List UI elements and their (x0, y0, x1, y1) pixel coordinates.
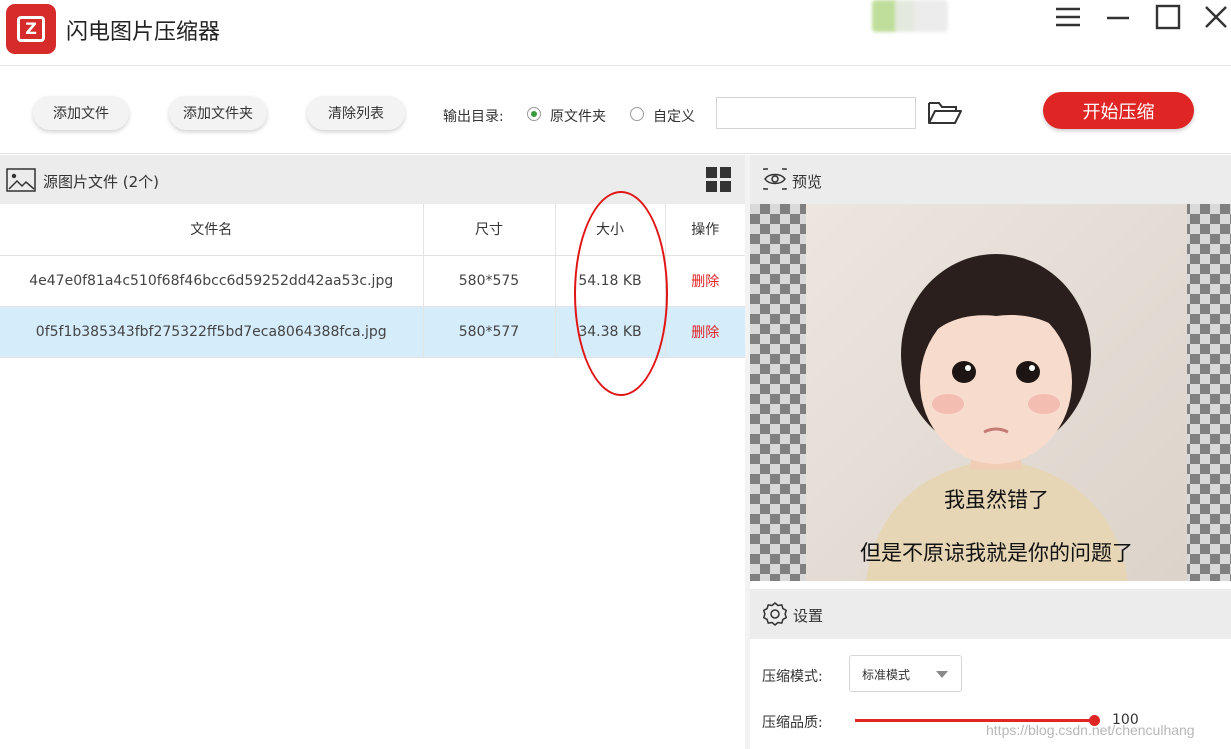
image-icon (6, 168, 36, 192)
source-files-title: 源图片文件 (2个) (43, 173, 160, 191)
column-header-filename[interactable]: 文件名 (0, 204, 424, 256)
radio-original-folder-label[interactable]: 原文件夹 (550, 106, 606, 126)
preview-caption-2: 但是不原谅我就是你的问题了 (860, 541, 1133, 565)
settings-header: 设置 (750, 589, 1231, 639)
radio-custom[interactable] (630, 107, 644, 121)
column-header-dimensions[interactable]: 尺寸 (423, 204, 556, 256)
table-row[interactable]: 4e47e0f81a4c510f68f46bcc6d59252dd42aa53c… (0, 255, 745, 307)
delete-link[interactable]: 删除 (665, 255, 745, 307)
preview-header: 预览 (750, 155, 1231, 204)
compress-quality-label: 压缩品质: (762, 715, 823, 731)
chevron-down-icon (936, 671, 948, 678)
settings-title: 设置 (793, 607, 824, 625)
column-header-size[interactable]: 大小 (555, 204, 666, 256)
radio-original-folder[interactable] (527, 107, 541, 121)
title-bar: Z 闪电图片压缩器 (0, 0, 1231, 66)
source-files-header: 源图片文件 (2个) (0, 155, 745, 204)
minimize-icon[interactable] (1100, 2, 1136, 32)
file-name-cell: 4e47e0f81a4c510f68f46bcc6d59252dd42aa53c… (0, 255, 424, 307)
hamburger-menu-icon[interactable] (1050, 2, 1086, 32)
column-header-action: 操作 (665, 204, 745, 256)
add-folder-button[interactable]: 添加文件夹 (169, 96, 267, 130)
delete-link[interactable]: 删除 (665, 306, 745, 358)
preview-area: 我虽然错了 但是不原谅我就是你的问题了 (750, 204, 1231, 581)
table-header-row: 文件名 尺寸 大小 操作 (0, 204, 745, 256)
maximize-icon[interactable] (1150, 2, 1186, 32)
add-file-button[interactable]: 添加文件 (33, 96, 129, 130)
blurred-avatar (872, 0, 948, 32)
radio-custom-label[interactable]: 自定义 (653, 106, 695, 126)
file-dimensions-cell: 580*577 (423, 306, 556, 358)
compress-mode-value: 标准模式 (862, 668, 911, 682)
compress-mode-label: 压缩模式: (762, 669, 823, 685)
preview-caption-1: 我虽然错了 (944, 488, 1049, 512)
close-icon[interactable] (1198, 2, 1231, 32)
gear-icon (762, 601, 788, 627)
compress-mode-select[interactable]: 标准模式 (849, 655, 962, 692)
folder-open-icon[interactable] (926, 98, 964, 128)
table-row[interactable]: 0f5f1b385343fbf275322ff5bd7eca8064388fca… (0, 306, 745, 358)
file-name-cell: 0f5f1b385343fbf275322ff5bd7eca8064388fca… (0, 306, 424, 358)
preview-title: 预览 (792, 173, 823, 191)
toolbar: 添加文件 添加文件夹 清除列表 输出目录: 原文件夹 自定义 开始压缩 (0, 67, 1231, 154)
clear-list-button[interactable]: 清除列表 (307, 96, 405, 130)
eye-icon (762, 167, 788, 191)
start-compress-button[interactable]: 开始压缩 (1043, 92, 1194, 129)
file-dimensions-cell: 580*575 (423, 255, 556, 307)
app-title: 闪电图片压缩器 (66, 20, 221, 45)
watermark: https://blog.csdn.net/chenculhang (986, 722, 1195, 738)
file-size-cell: 34.38 KB (555, 306, 666, 358)
file-size-cell: 54.18 KB (555, 255, 666, 307)
app-logo-icon: Z (6, 4, 56, 54)
preview-image: 我虽然错了 但是不原谅我就是你的问题了 (806, 204, 1187, 581)
output-dir-label: 输出目录: (443, 109, 504, 125)
output-path-input[interactable] (716, 97, 916, 129)
file-table: 文件名 尺寸 大小 操作 4e47e0f81a4c510f68f46bcc6d5… (0, 204, 745, 358)
grid-view-icon[interactable] (706, 167, 732, 193)
